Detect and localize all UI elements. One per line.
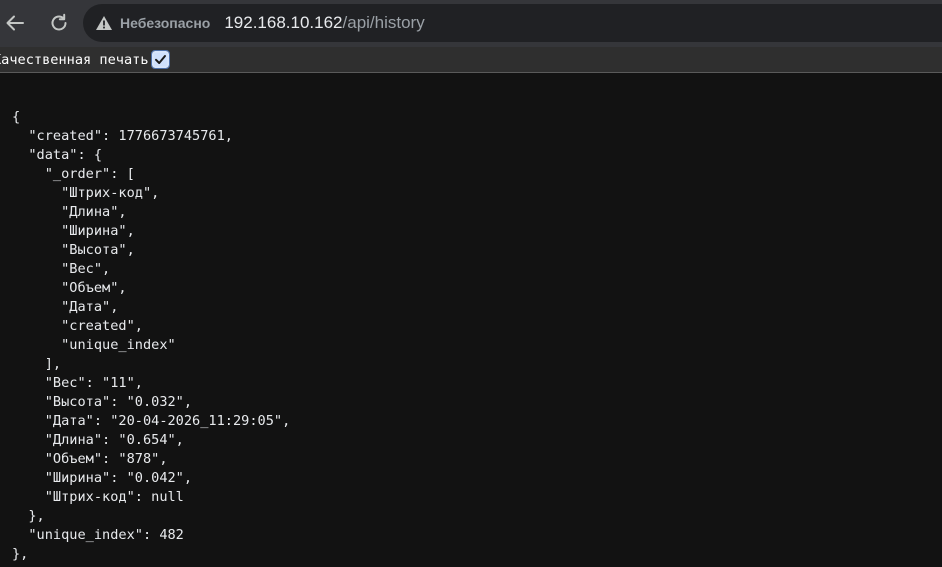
json-line: "Объем",	[12, 280, 127, 296]
json-line: },	[12, 546, 29, 562]
json-line: "Объем": "878",	[12, 451, 168, 467]
back-button[interactable]	[0, 8, 30, 38]
browser-toolbar: Небезопасно 192.168.10.162/api/history	[0, 0, 942, 47]
url-path: /api/history	[342, 13, 425, 32]
json-line: "unique_index"	[12, 337, 176, 353]
reload-icon	[51, 13, 67, 31]
json-line: "Дата": "20-04-2026_11:29:05",	[12, 413, 291, 429]
json-content: { "created": 1776673745761, "data": { "_…	[12, 108, 290, 564]
json-line: "Штрих-код",	[12, 185, 160, 201]
json-line: "_order": [	[12, 166, 135, 182]
json-line: "Высота": "0.032",	[12, 394, 193, 410]
json-line: },	[12, 508, 45, 524]
json-line: "created",	[12, 318, 143, 334]
security-status[interactable]: Небезопасно	[120, 15, 210, 31]
json-line: "Высота",	[12, 242, 135, 258]
warning-icon[interactable]	[95, 14, 113, 32]
json-line: "Длина",	[12, 204, 127, 220]
address-bar[interactable]: Небезопасно 192.168.10.162/api/history	[83, 4, 942, 42]
json-line: "Дата",	[12, 299, 119, 315]
json-line: ],	[12, 356, 62, 372]
pretty-print-label: Качественная печать	[0, 51, 149, 68]
arrow-left-icon	[6, 15, 24, 31]
pretty-print-bar: Качественная печать	[0, 47, 942, 73]
json-line: "Вес",	[12, 261, 111, 277]
json-line: "Ширина": "0.042",	[12, 470, 193, 486]
json-line: "unique_index": 482	[12, 527, 184, 543]
pretty-print-checkbox[interactable]	[150, 50, 170, 69]
json-line: "data": {	[12, 147, 103, 163]
json-line: "Вес": "11",	[12, 375, 143, 391]
json-line: "Штрих-код": null	[12, 489, 184, 505]
json-line: {	[12, 109, 21, 125]
url-host: 192.168.10.162	[224, 13, 343, 32]
json-line: "Ширина",	[12, 223, 135, 239]
url-text[interactable]: 192.168.10.162/api/history	[224, 13, 424, 33]
json-line: "Длина": "0.654",	[12, 432, 184, 448]
checkmark-icon	[154, 55, 166, 64]
reload-button[interactable]	[44, 8, 74, 38]
json-line: "created": 1776673745761,	[12, 128, 233, 144]
